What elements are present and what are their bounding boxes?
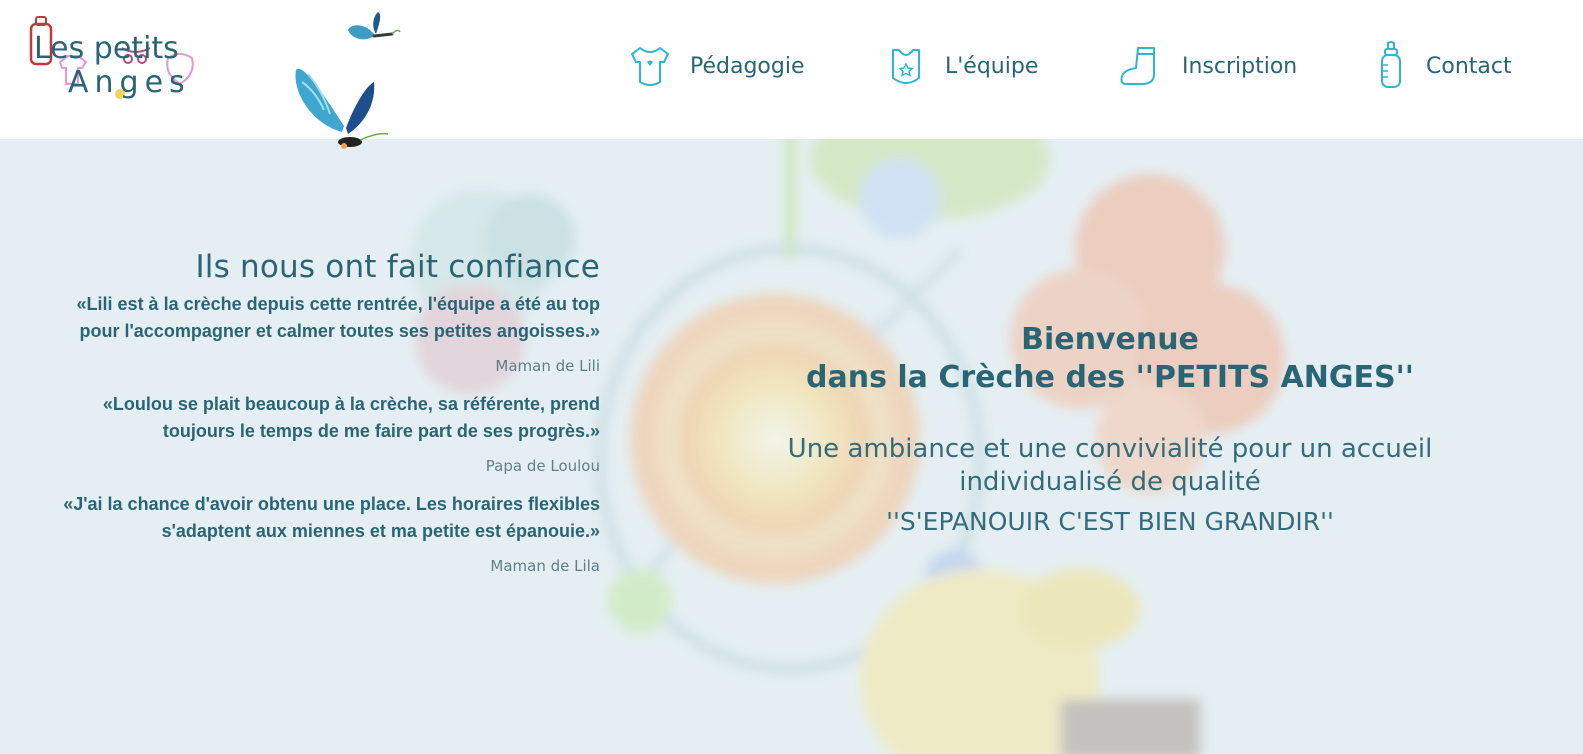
large-butterfly-icon [295,68,389,149]
hero-section: Ils nous ont fait confiance «Lili est à … [0,139,1583,754]
testimonial-quote: «Lili est à la crèche depuis cette rentr… [76,294,600,341]
bib-icon [892,49,920,84]
testimonials-section: Ils nous ont fait confiance «Lili est à … [40,249,600,591]
testimonial-quote: «Loulou se plait beaucoup à la crèche, s… [102,394,600,441]
logo-text-line1: Les petits [34,31,179,66]
testimonial-author: Maman de Lili [495,357,600,375]
nav-label: Pédagogie [690,53,805,79]
baby-bottle-icon [1381,41,1401,88]
testimonials-title: Ils nous ont fait confiance [195,249,600,285]
welcome-block: Bienvenue dans la Crèche des ''PETITS AN… [770,321,1450,536]
welcome-title-line2: dans la Crèche des ''PETITS ANGES'' [806,360,1414,395]
nav-pedagogie[interactable]: Pédagogie [630,40,805,92]
site-header: Les petits Anges Pédagogie L'équipe Insc… [0,0,1583,149]
welcome-subtitle: Une ambiance et une convivialité pour un… [787,434,1433,497]
logo-text-line2: Anges [68,65,191,100]
welcome-title-line1: Bienvenue [1021,322,1199,357]
site-logo[interactable]: Les petits Anges [28,12,208,108]
nav-label: Inscription [1182,53,1298,79]
nav-label: Contact [1426,53,1512,79]
baby-bodysuit-icon [631,47,669,86]
nav-label: L'équipe [945,53,1039,79]
logo-graphic: Les petits Anges [29,16,194,100]
sock-icon [1120,47,1155,85]
welcome-motto: ''S'EPANOUIR C'EST BIEN GRANDIR'' [886,507,1334,536]
nav-equipe[interactable]: L'équipe [887,40,1038,92]
small-butterfly-icon [348,12,401,40]
welcome-title: Bienvenue dans la Crèche des ''PETITS AN… [770,321,1450,397]
testimonial-author: Papa de Loulou [485,457,600,475]
nav-inscription[interactable]: Inscription [1120,40,1297,92]
testimonial-author: Maman de Lila [490,557,600,575]
nav-contact[interactable]: Contact [1376,40,1512,92]
testimonial-quote: «J'ai la chance d'avoir obtenu une place… [63,494,600,541]
